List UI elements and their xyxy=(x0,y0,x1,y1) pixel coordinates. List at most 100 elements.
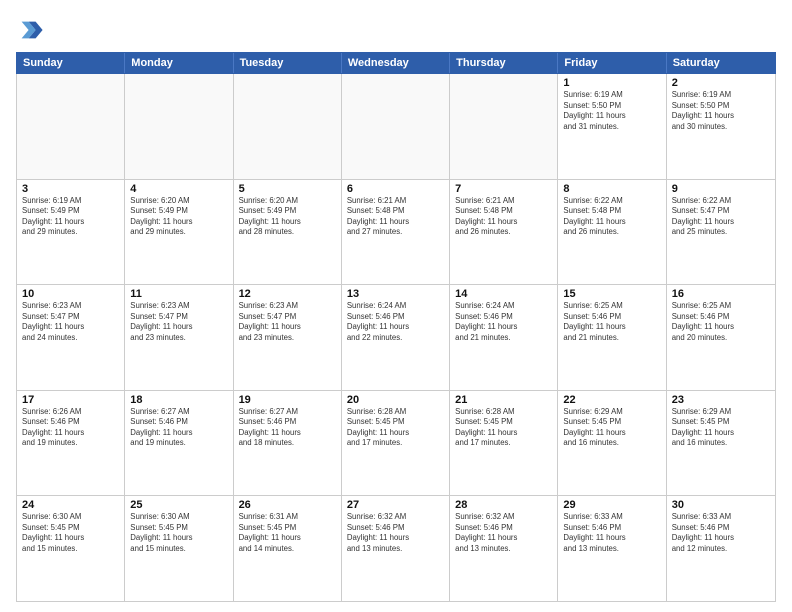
header-day-monday: Monday xyxy=(125,53,233,73)
cell-info: Sunrise: 6:19 AM Sunset: 5:49 PM Dayligh… xyxy=(22,196,119,238)
day-cell-16: 16Sunrise: 6:25 AM Sunset: 5:46 PM Dayli… xyxy=(667,285,775,390)
day-number: 10 xyxy=(22,288,119,300)
day-number: 27 xyxy=(347,499,444,511)
day-number: 21 xyxy=(455,394,552,406)
day-cell-1: 1Sunrise: 6:19 AM Sunset: 5:50 PM Daylig… xyxy=(558,74,666,179)
cell-info: Sunrise: 6:29 AM Sunset: 5:45 PM Dayligh… xyxy=(563,407,660,449)
day-number: 17 xyxy=(22,394,119,406)
day-cell-20: 20Sunrise: 6:28 AM Sunset: 5:45 PM Dayli… xyxy=(342,391,450,496)
cell-info: Sunrise: 6:19 AM Sunset: 5:50 PM Dayligh… xyxy=(672,90,770,132)
day-number: 7 xyxy=(455,183,552,195)
header-day-saturday: Saturday xyxy=(667,53,775,73)
day-cell-10: 10Sunrise: 6:23 AM Sunset: 5:47 PM Dayli… xyxy=(17,285,125,390)
header-day-tuesday: Tuesday xyxy=(234,53,342,73)
day-cell-19: 19Sunrise: 6:27 AM Sunset: 5:46 PM Dayli… xyxy=(234,391,342,496)
day-number: 9 xyxy=(672,183,770,195)
day-cell-15: 15Sunrise: 6:25 AM Sunset: 5:46 PM Dayli… xyxy=(558,285,666,390)
cell-info: Sunrise: 6:33 AM Sunset: 5:46 PM Dayligh… xyxy=(563,512,660,554)
header-day-thursday: Thursday xyxy=(450,53,558,73)
cell-info: Sunrise: 6:19 AM Sunset: 5:50 PM Dayligh… xyxy=(563,90,660,132)
day-cell-27: 27Sunrise: 6:32 AM Sunset: 5:46 PM Dayli… xyxy=(342,496,450,601)
day-number: 23 xyxy=(672,394,770,406)
day-cell-23: 23Sunrise: 6:29 AM Sunset: 5:45 PM Dayli… xyxy=(667,391,775,496)
day-cell-13: 13Sunrise: 6:24 AM Sunset: 5:46 PM Dayli… xyxy=(342,285,450,390)
day-number: 19 xyxy=(239,394,336,406)
cell-info: Sunrise: 6:32 AM Sunset: 5:46 PM Dayligh… xyxy=(455,512,552,554)
empty-cell xyxy=(125,74,233,179)
day-cell-14: 14Sunrise: 6:24 AM Sunset: 5:46 PM Dayli… xyxy=(450,285,558,390)
cell-info: Sunrise: 6:20 AM Sunset: 5:49 PM Dayligh… xyxy=(130,196,227,238)
week-row-4: 24 Sunrise: 6:30 AM Sunset: 5:45 PM Dayli… xyxy=(17,496,775,601)
day-cell-22: 22Sunrise: 6:29 AM Sunset: 5:45 PM Dayli… xyxy=(558,391,666,496)
day-cell-9: 9Sunrise: 6:22 AM Sunset: 5:47 PM Daylig… xyxy=(667,180,775,285)
logo xyxy=(16,16,48,44)
header xyxy=(16,16,776,44)
cell-info: Sunrise: 6:24 AM Sunset: 5:46 PM Dayligh… xyxy=(455,301,552,343)
day-cell-12: 12Sunrise: 6:23 AM Sunset: 5:47 PM Dayli… xyxy=(234,285,342,390)
day-number: 30 xyxy=(672,499,770,511)
empty-cell xyxy=(450,74,558,179)
day-cell-17: 17Sunrise: 6:26 AM Sunset: 5:46 PM Dayli… xyxy=(17,391,125,496)
day-number: 4 xyxy=(130,183,227,195)
week-row-3: 17Sunrise: 6:26 AM Sunset: 5:46 PM Dayli… xyxy=(17,391,775,497)
day-cell-5: 5Sunrise: 6:20 AM Sunset: 5:49 PM Daylig… xyxy=(234,180,342,285)
cell-info: Sunrise: 6:27 AM Sunset: 5:46 PM Dayligh… xyxy=(239,407,336,449)
day-number: 6 xyxy=(347,183,444,195)
day-number: 16 xyxy=(672,288,770,300)
day-number: 11 xyxy=(130,288,227,300)
day-cell-25: 25Sunrise: 6:30 AM Sunset: 5:45 PM Dayli… xyxy=(125,496,233,601)
cell-info: Sunrise: 6:21 AM Sunset: 5:48 PM Dayligh… xyxy=(455,196,552,238)
cell-info: Sunrise: 6:25 AM Sunset: 5:46 PM Dayligh… xyxy=(563,301,660,343)
cell-info: Sunrise: 6:32 AM Sunset: 5:46 PM Dayligh… xyxy=(347,512,444,554)
day-number: 26 xyxy=(239,499,336,511)
empty-cell xyxy=(342,74,450,179)
day-number: 13 xyxy=(347,288,444,300)
cell-info: Sunrise: 6:28 AM Sunset: 5:45 PM Dayligh… xyxy=(347,407,444,449)
header-day-wednesday: Wednesday xyxy=(342,53,450,73)
header-day-sunday: Sunday xyxy=(17,53,125,73)
empty-cell xyxy=(17,74,125,179)
cell-info: Sunrise: 6:30 AM Sunset: 5:45 PM Dayligh… xyxy=(130,512,227,554)
header-day-friday: Friday xyxy=(558,53,666,73)
day-cell-6: 6Sunrise: 6:21 AM Sunset: 5:48 PM Daylig… xyxy=(342,180,450,285)
cell-info: Sunrise: 6:22 AM Sunset: 5:48 PM Dayligh… xyxy=(563,196,660,238)
page: SundayMondayTuesdayWednesdayThursdayFrid… xyxy=(0,0,792,612)
day-number: 15 xyxy=(563,288,660,300)
calendar: SundayMondayTuesdayWednesdayThursdayFrid… xyxy=(16,52,776,602)
day-cell-28: 28Sunrise: 6:32 AM Sunset: 5:46 PM Dayli… xyxy=(450,496,558,601)
day-cell-30: 30Sunrise: 6:33 AM Sunset: 5:46 PM Dayli… xyxy=(667,496,775,601)
cell-info: Sunrise: 6:23 AM Sunset: 5:47 PM Dayligh… xyxy=(22,301,119,343)
day-number: 25 xyxy=(130,499,227,511)
day-number: 18 xyxy=(130,394,227,406)
cell-info: Sunrise: 6:28 AM Sunset: 5:45 PM Dayligh… xyxy=(455,407,552,449)
day-cell-2: 2Sunrise: 6:19 AM Sunset: 5:50 PM Daylig… xyxy=(667,74,775,179)
cell-info: Sunrise: 6:24 AM Sunset: 5:46 PM Dayligh… xyxy=(347,301,444,343)
day-number: 22 xyxy=(563,394,660,406)
day-number: 3 xyxy=(22,183,119,195)
week-row-2: 10Sunrise: 6:23 AM Sunset: 5:47 PM Dayli… xyxy=(17,285,775,391)
calendar-body: 1Sunrise: 6:19 AM Sunset: 5:50 PM Daylig… xyxy=(16,74,776,602)
day-number: 1 xyxy=(563,77,660,89)
day-number: 12 xyxy=(239,288,336,300)
day-number: 14 xyxy=(455,288,552,300)
cell-info: Sunrise: 6:33 AM Sunset: 5:46 PM Dayligh… xyxy=(672,512,770,554)
day-cell-24: 24Sunrise: 6:30 AM Sunset: 5:45 PM Dayli… xyxy=(17,496,125,601)
day-cell-18: 18Sunrise: 6:27 AM Sunset: 5:46 PM Dayli… xyxy=(125,391,233,496)
day-cell-8: 8Sunrise: 6:22 AM Sunset: 5:48 PM Daylig… xyxy=(558,180,666,285)
day-number: 8 xyxy=(563,183,660,195)
cell-info: Sunrise: 6:21 AM Sunset: 5:48 PM Dayligh… xyxy=(347,196,444,238)
cell-info: Sunrise: 6:22 AM Sunset: 5:47 PM Dayligh… xyxy=(672,196,770,238)
day-number: 24 xyxy=(22,499,119,511)
day-cell-29: 29Sunrise: 6:33 AM Sunset: 5:46 PM Dayli… xyxy=(558,496,666,601)
day-number: 28 xyxy=(455,499,552,511)
day-number: 2 xyxy=(672,77,770,89)
cell-info: Sunrise: 6:31 AM Sunset: 5:45 PM Dayligh… xyxy=(239,512,336,554)
day-cell-7: 7Sunrise: 6:21 AM Sunset: 5:48 PM Daylig… xyxy=(450,180,558,285)
day-cell-26: 26Sunrise: 6:31 AM Sunset: 5:45 PM Dayli… xyxy=(234,496,342,601)
day-number: 29 xyxy=(563,499,660,511)
day-cell-11: 11Sunrise: 6:23 AM Sunset: 5:47 PM Dayli… xyxy=(125,285,233,390)
cell-info: Sunrise: 6:29 AM Sunset: 5:45 PM Dayligh… xyxy=(672,407,770,449)
day-number: 20 xyxy=(347,394,444,406)
cell-info: Sunrise: 6:25 AM Sunset: 5:46 PM Dayligh… xyxy=(672,301,770,343)
day-cell-3: 3Sunrise: 6:19 AM Sunset: 5:49 PM Daylig… xyxy=(17,180,125,285)
